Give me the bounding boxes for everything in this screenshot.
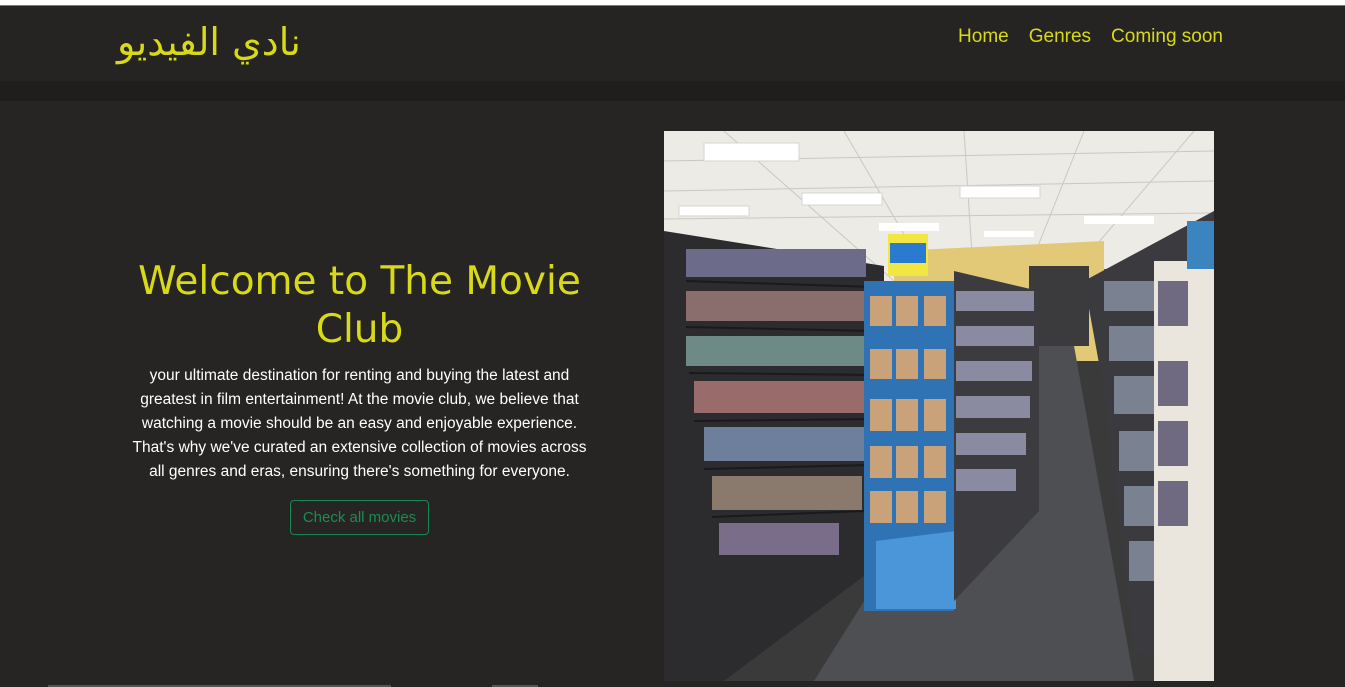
hero-title: Welcome to The Movie Club [138,259,581,352]
video-store-aisle-image [664,131,1214,681]
hero-section: Welcome to The Movie Club your ultimate … [132,258,587,535]
navbar-bottom-band [0,81,1345,101]
brand-logo-link[interactable]: نادي الفيديو [117,18,301,66]
video-store-illustration [664,131,1214,681]
main-nav: Home Genres Coming soon [958,24,1223,50]
hero-description: your ultimate destination for renting an… [132,367,587,480]
nav-link-home[interactable]: Home [958,24,1009,50]
nav-link-coming-soon[interactable]: Coming soon [1111,24,1223,50]
check-all-movies-button[interactable]: Check all movies [289,500,430,535]
nav-link-genres[interactable]: Genres [1029,24,1091,50]
navbar: نادي الفيديو Home Genres Coming soon [0,6,1345,81]
